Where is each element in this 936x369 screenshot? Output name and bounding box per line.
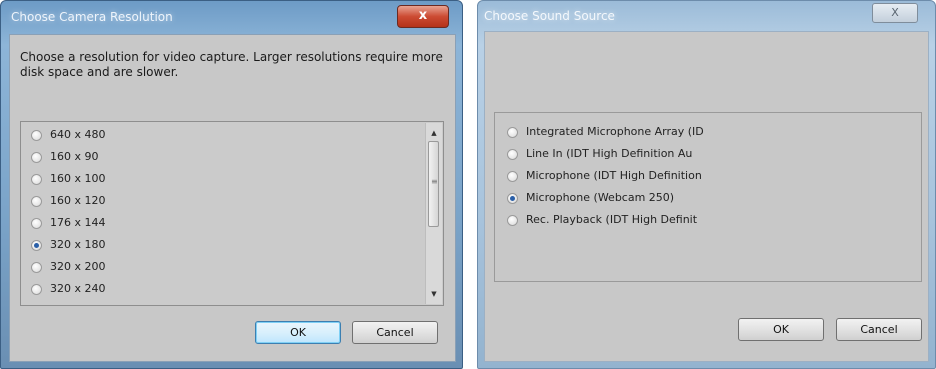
cancel-button[interactable]: Cancel <box>836 318 922 341</box>
close-button[interactable]: X <box>872 3 918 23</box>
resolution-option[interactable]: 160 x 90 <box>31 150 99 164</box>
radio-button[interactable] <box>31 283 42 295</box>
radio-button[interactable] <box>507 214 518 226</box>
radio-button[interactable] <box>31 173 42 185</box>
resolution-label: 160 x 120 <box>50 194 106 207</box>
dialog-description: Choose a resolution for video capture. L… <box>20 50 443 79</box>
radio-button[interactable] <box>31 151 42 163</box>
camera-resolution-dialog: Choose Camera Resolution x Choose a reso… <box>0 0 463 369</box>
close-icon: x <box>418 8 428 23</box>
resolution-option[interactable]: 176 x 144 <box>31 216 106 230</box>
dialog-body: Integrated Microphone Array (ID Line In … <box>484 31 929 362</box>
radio-button[interactable] <box>31 261 42 273</box>
sound-source-label: Rec. Playback (IDT High Definit <box>526 213 698 226</box>
resolution-label: 320 x 200 <box>50 260 106 273</box>
sound-source-option[interactable]: Microphone (Webcam 250) <box>507 191 674 205</box>
resolution-option[interactable]: 160 x 120 <box>31 194 106 208</box>
dialog-title: Choose Camera Resolution <box>11 10 173 24</box>
close-button[interactable]: x <box>397 5 449 28</box>
radio-button[interactable] <box>507 126 518 138</box>
resolution-list[interactable]: 640 x 480 160 x 90 160 x 100 160 x 120 1… <box>20 121 444 306</box>
scroll-down-arrow-icon[interactable]: ▼ <box>426 286 442 302</box>
resolution-option[interactable]: 640 x 480 <box>31 128 106 142</box>
scrollbar-thumb[interactable]: ≡ <box>428 141 439 227</box>
radio-button-selected[interactable] <box>507 192 518 204</box>
radio-button-selected[interactable] <box>31 239 42 251</box>
radio-button[interactable] <box>31 129 42 141</box>
sound-source-label: Microphone (Webcam 250) <box>526 191 675 204</box>
resolution-label: 320 x 240 <box>50 282 106 295</box>
radio-button[interactable] <box>507 170 518 182</box>
resolution-option[interactable]: 320 x 180 <box>31 238 106 252</box>
ok-button[interactable]: OK <box>738 318 824 341</box>
dialog-title: Choose Sound Source <box>484 9 615 23</box>
resolution-option[interactable]: 320 x 200 <box>31 260 106 274</box>
cancel-button[interactable]: Cancel <box>352 321 438 344</box>
sound-source-option[interactable]: Microphone (IDT High Definition <box>507 169 702 183</box>
resolution-label: 640 x 480 <box>50 128 106 141</box>
grip-icon: ≡ <box>431 177 438 186</box>
sound-source-option[interactable]: Integrated Microphone Array (ID <box>507 125 704 139</box>
sound-source-group: Integrated Microphone Array (ID Line In … <box>494 112 922 282</box>
ok-button[interactable]: OK <box>255 321 341 344</box>
sound-source-label: Integrated Microphone Array (ID <box>526 125 704 138</box>
sound-source-option[interactable]: Rec. Playback (IDT High Definit <box>507 213 697 227</box>
radio-button[interactable] <box>507 148 518 160</box>
resolution-label: 176 x 144 <box>50 216 106 229</box>
resolution-label: 320 x 180 <box>50 238 106 251</box>
sound-source-option[interactable]: Line In (IDT High Definition Au <box>507 147 692 161</box>
radio-button[interactable] <box>31 217 42 229</box>
sound-source-label: Line In (IDT High Definition Au <box>526 147 693 160</box>
sound-source-label: Microphone (IDT High Definition <box>526 169 702 182</box>
resolution-option[interactable]: 320 x 240 <box>31 282 106 296</box>
dialog-body: Choose a resolution for video capture. L… <box>9 34 456 362</box>
radio-button[interactable] <box>31 195 42 207</box>
resolution-label: 160 x 90 <box>50 150 99 163</box>
scroll-up-arrow-icon[interactable]: ▲ <box>426 125 442 141</box>
resolution-option[interactable]: 160 x 100 <box>31 172 106 186</box>
sound-source-dialog: Choose Sound Source X Integrated Microph… <box>477 0 936 369</box>
resolution-label: 160 x 100 <box>50 172 106 185</box>
vertical-scrollbar[interactable]: ▲ ≡ ▼ <box>425 123 442 304</box>
close-icon: X <box>891 6 899 19</box>
